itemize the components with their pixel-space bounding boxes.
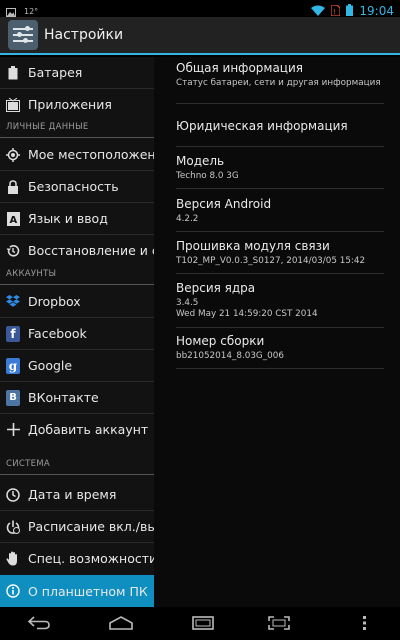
sidebar-item-schedule[interactable]: Расписание вкл./вы (0, 511, 154, 542)
temperature-indicator: 12° (24, 7, 39, 16)
section-header-personal: ЛИЧНЫЕ ДАННЫЕ (0, 120, 154, 138)
sidebar-item-label: Приложения (28, 97, 112, 112)
sidebar-item-google[interactable]: g Google (0, 350, 154, 381)
section-header-label: АККАУНТЫ (6, 269, 57, 279)
about-item-status[interactable]: Общая информация Статус батареи, сети и … (176, 61, 382, 89)
facebook-icon: f (6, 325, 20, 342)
sidebar-item-label: Безопасность (28, 179, 119, 194)
settings-sidebar: Батарея Приложения ЛИЧНЫЕ ДАННЫЕ Мое мес… (0, 57, 154, 607)
battery-icon (6, 65, 20, 80)
home-icon[interactable] (108, 613, 134, 633)
about-item-kernel: Версия ядра 3.4.5 Wed May 21 14:59:20 CS… (176, 281, 382, 320)
about-item-title: Модель (176, 154, 225, 168)
about-panel: Общая информация Статус батареи, сети и … (154, 57, 400, 607)
restore-icon (6, 244, 20, 258)
navigation-bar (0, 607, 400, 640)
google-icon: g (6, 357, 20, 374)
section-header-label: ЛИЧНЫЕ ДАННЫЕ (6, 122, 89, 132)
about-item-summary: Статус батареи, сети и другая информация (176, 78, 381, 88)
about-item-title: Общая информация (176, 61, 303, 75)
sidebar-item-label: О планшетном ПК (28, 583, 148, 599)
sidebar-item-datetime[interactable]: Дата и время (0, 479, 154, 510)
section-header-accounts: АККАУНТЫ (0, 267, 154, 285)
sidebar-item-label: Восстановление и с (28, 243, 154, 258)
sidebar-item-location[interactable]: Мое местоположен (0, 139, 154, 170)
about-item-title: Версия Android (176, 197, 272, 211)
plus-icon (6, 423, 20, 437)
apps-icon (6, 97, 20, 112)
clock-icon (6, 487, 20, 502)
sidebar-item-label: Dropbox (28, 294, 81, 309)
recents-icon[interactable] (190, 613, 216, 633)
sidebar-item-security[interactable]: Безопасность (0, 171, 154, 202)
about-item-build-number[interactable]: Номер сборки bb21052014_8.03G_006 (176, 334, 382, 362)
settings-app-icon[interactable] (8, 20, 38, 50)
vk-icon: B (6, 389, 20, 406)
sidebar-item-add-account[interactable]: Добавить аккаунт (0, 414, 154, 445)
back-icon[interactable] (26, 613, 52, 633)
sidebar-item-label: Расписание вкл./вы (28, 519, 154, 534)
sidebar-item-label: Спец. возможности (28, 551, 154, 566)
sidebar-item-battery[interactable]: Батарея (0, 57, 154, 88)
sidebar-item-apps[interactable]: Приложения (0, 89, 154, 120)
location-icon (6, 147, 20, 162)
dropbox-icon (6, 294, 20, 309)
app-title: Настройки (44, 27, 124, 43)
sidebar-item-backup[interactable]: Восстановление и с (0, 235, 154, 266)
about-item-value: bb21052014_8.03G_006 (176, 351, 284, 361)
sidebar-item-language[interactable]: A Язык и ввод (0, 203, 154, 234)
about-item-title: Юридическая информация (176, 119, 348, 133)
sidebar-item-label: Google (28, 358, 73, 373)
sidebar-item-about[interactable]: О планшетном ПК (0, 575, 154, 607)
hand-icon (6, 551, 20, 566)
about-item-baseband: Прошивка модуля связи T102_MP_V0.0.3_S01… (176, 239, 382, 267)
about-item-title: Версия ядра (176, 281, 256, 295)
menu-icon[interactable] (352, 613, 378, 633)
action-bar: Настройки (0, 17, 400, 55)
sidebar-item-label: Добавить аккаунт (28, 422, 149, 437)
about-item-value-line2: Wed May 21 14:59:20 CST 2014 (176, 309, 318, 319)
sidebar-item-label: Язык и ввод (28, 211, 108, 226)
keyboard-icon: A (6, 211, 20, 226)
about-item-value: 3.4.5 (176, 298, 199, 308)
about-item-value: Techno 8.0 3G (176, 171, 239, 181)
sidebar-item-label: Дата и время (28, 487, 117, 502)
about-item-android-version[interactable]: Версия Android 4.2.2 (176, 197, 382, 225)
section-header-label: СИСТЕМА (6, 459, 51, 469)
lock-icon (6, 179, 20, 194)
about-item-model: Модель Techno 8.0 3G (176, 154, 382, 182)
sidebar-item-label: Мое местоположен (28, 147, 154, 162)
about-item-value: 4.2.2 (176, 214, 199, 224)
sidebar-item-accessibility[interactable]: Спец. возможности (0, 543, 154, 574)
info-icon (6, 584, 20, 598)
about-item-title: Прошивка модуля связи (176, 239, 330, 253)
svg-text:A: A (9, 215, 17, 226)
fullscreen-icon[interactable] (266, 613, 292, 633)
status-bar: 12° ! 19:04 (0, 0, 400, 18)
sidebar-item-dropbox[interactable]: Dropbox (0, 286, 154, 317)
about-item-title: Номер сборки (176, 334, 265, 348)
sidebar-item-label: ВКонтакте (28, 390, 99, 405)
sidebar-item-label: Батарея (28, 65, 83, 80)
about-item-legal[interactable]: Юридическая информация (176, 119, 382, 133)
sidebar-item-label: Facebook (28, 326, 87, 341)
section-header-system: СИСТЕМА (0, 457, 154, 475)
sidebar-item-facebook[interactable]: f Facebook (0, 318, 154, 349)
power-icon (6, 520, 20, 534)
sidebar-item-vk[interactable]: B ВКонтакте (0, 382, 154, 413)
svg-text:!: ! (334, 8, 337, 16)
clock-text: 19:04 (359, 3, 394, 18)
about-item-value: T102_MP_V0.0.3_S0127, 2014/03/05 15:42 (176, 256, 366, 266)
